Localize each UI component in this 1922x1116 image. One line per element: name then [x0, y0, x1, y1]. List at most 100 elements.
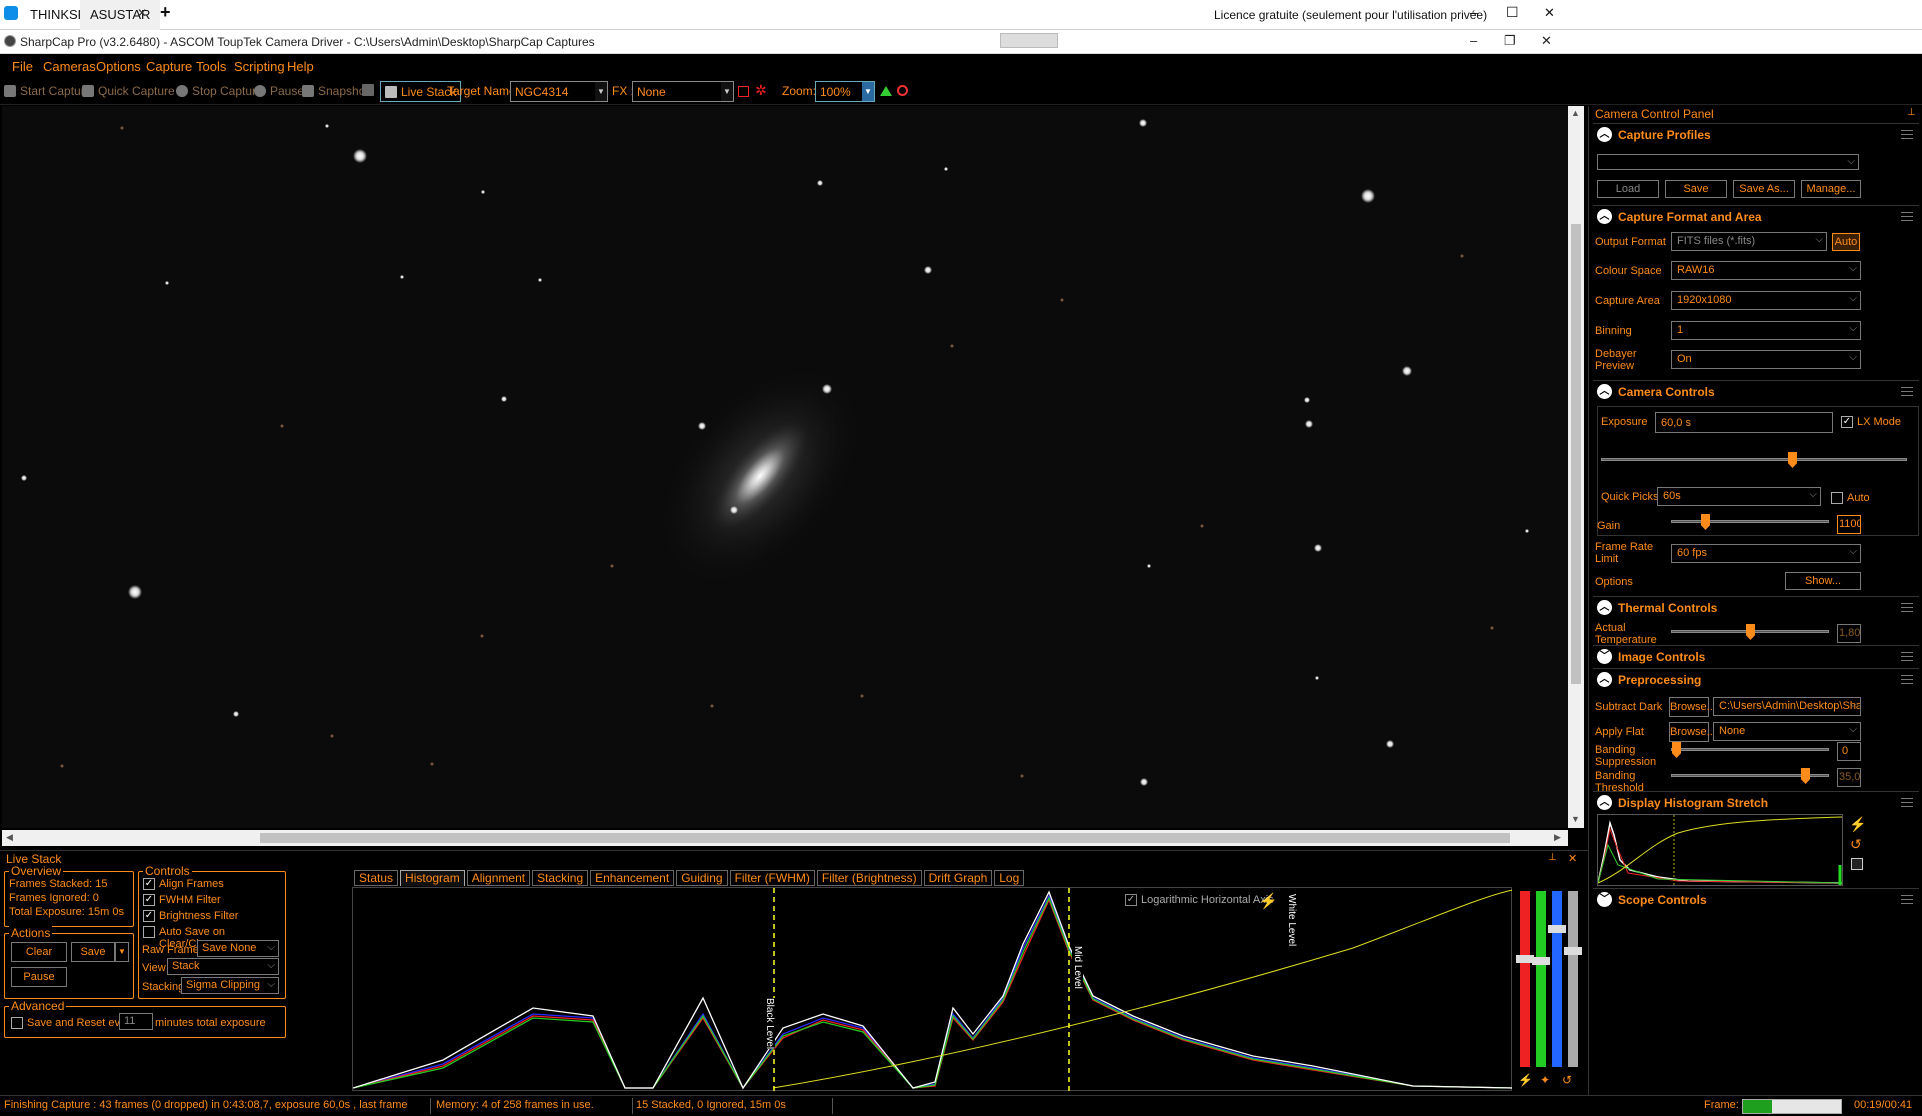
banding-threshold-slider[interactable]	[1671, 768, 1829, 784]
close-panel-icon[interactable]: ✕	[1568, 852, 1577, 865]
section-capture-profiles[interactable]: ︿ Capture Profiles	[1593, 123, 1919, 145]
focus-icon[interactable]	[897, 85, 908, 96]
menu-tools[interactable]: Tools	[196, 59, 226, 74]
binning-select[interactable]: 1 ⌵	[1671, 321, 1861, 340]
snapshot-button[interactable]: Snapshot	[302, 84, 369, 98]
fx-select[interactable]: None ▼	[632, 81, 734, 102]
pause-button[interactable]: Pause	[254, 84, 304, 98]
window-minimize-button[interactable]: –	[1470, 33, 1477, 48]
section-capture-format[interactable]: ︿ Capture Format and Area	[1593, 205, 1919, 227]
chevron-down-icon[interactable]: ▼	[862, 82, 874, 101]
section-display-histogram[interactable]: ︿ Display Histogram Stretch	[1593, 791, 1919, 813]
auto-format-button[interactable]: Auto	[1832, 233, 1860, 251]
tab-stacking[interactable]: Stacking	[532, 870, 589, 886]
browse-flat-button[interactable]: Browse...	[1669, 722, 1716, 742]
load-profile-button[interactable]: Load	[1597, 180, 1659, 198]
exposure-slider[interactable]	[1601, 452, 1907, 468]
tab-enhancement[interactable]: Enhancement	[590, 870, 675, 886]
menu-icon[interactable]	[1901, 798, 1913, 807]
menu-icon[interactable]	[1901, 603, 1913, 612]
menu-options[interactable]: Options	[96, 59, 141, 74]
channel-sliders[interactable]: ⚡ ✦ ↺	[1512, 887, 1584, 1091]
pause-stack-button[interactable]: Pause	[11, 967, 67, 987]
banding-suppression-slider[interactable]	[1671, 742, 1829, 758]
tab-histogram[interactable]: Histogram	[400, 870, 465, 886]
scroll-thumb[interactable]	[1571, 224, 1581, 684]
pin-icon[interactable]: ⊥	[1548, 852, 1557, 863]
scroll-left-icon[interactable]: ◀	[6, 832, 13, 843]
save-profile-button[interactable]: Save	[1665, 180, 1727, 198]
stack-histogram[interactable]: Black Level Mid Level ✓ Logarithmic Hori…	[352, 887, 1514, 1092]
reset-stretch-icon[interactable]: ↺	[1850, 836, 1862, 853]
brightness-filter-checkbox[interactable]: ✓	[143, 910, 155, 922]
fwhm-filter-checkbox[interactable]: ✓	[143, 894, 155, 906]
capture-area-select[interactable]: 1920x1080 ⌵	[1671, 291, 1861, 310]
grey-channel-slider[interactable]	[1568, 891, 1578, 1067]
menu-scripting[interactable]: Scripting	[234, 59, 285, 74]
quick-capture-button[interactable]: Quick Capture▼	[82, 84, 187, 98]
colour-space-select[interactable]: RAW16 ⌵	[1671, 261, 1861, 280]
menu-icon[interactable]	[1901, 130, 1913, 139]
reset-icon[interactable]: ↺	[1562, 1073, 1572, 1087]
add-tab-button[interactable]: +	[160, 2, 171, 23]
blue-channel-slider[interactable]	[1552, 891, 1562, 1067]
tab-guiding[interactable]: Guiding	[676, 870, 728, 886]
view-select[interactable]: Stack ⌵	[167, 958, 279, 975]
histogram-icon[interactable]	[880, 86, 892, 96]
menu-icon[interactable]	[1901, 675, 1913, 684]
show-options-button[interactable]: Show...	[1785, 572, 1861, 590]
frame-rate-select[interactable]: 60 fps ⌵	[1671, 544, 1861, 563]
exposure-input[interactable]: 60,0 s	[1655, 412, 1833, 433]
save-reset-checkbox[interactable]	[11, 1017, 23, 1029]
section-camera-controls[interactable]: ︿ Camera Controls	[1593, 380, 1919, 402]
align-frames-checkbox[interactable]: ✓	[143, 878, 155, 890]
tab-filter-fwhm[interactable]: Filter (FWHM)	[729, 870, 815, 886]
green-channel-slider[interactable]	[1536, 891, 1546, 1067]
output-format-select[interactable]: FITS files (*.fits) ⌵	[1671, 232, 1827, 251]
zoom-select[interactable]: 100% ▼	[815, 81, 875, 102]
raw-frames-select[interactable]: Save None ⌵	[197, 940, 279, 957]
gain-input[interactable]: 1100	[1837, 515, 1861, 534]
banding-threshold-thumb[interactable]	[1801, 768, 1810, 784]
stacking-select[interactable]: Sigma Clipping ⌵	[181, 977, 279, 994]
tv-minimize-button[interactable]: –	[1470, 4, 1478, 20]
save-options-button[interactable]: ▼	[115, 942, 129, 962]
scroll-right-icon[interactable]: ▶	[1554, 832, 1561, 843]
save-reset-minutes-input[interactable]: 11	[119, 1013, 153, 1030]
auto-save-checkbox[interactable]	[143, 926, 155, 938]
manage-profiles-button[interactable]: Manage...	[1801, 180, 1861, 198]
save-as-profile-button[interactable]: Save As...	[1733, 180, 1795, 198]
window-restore-button[interactable]: ❐	[1504, 33, 1516, 49]
banding-suppression-thumb[interactable]	[1672, 742, 1681, 758]
target-name-input[interactable]: NGC4314 ▼	[510, 81, 608, 102]
save-button[interactable]: Save	[71, 942, 115, 962]
tab-drift-graph[interactable]: Drift Graph	[923, 870, 993, 886]
banding-suppression-input[interactable]: 0	[1837, 742, 1861, 761]
chevron-down-icon[interactable]: ▼	[721, 82, 733, 101]
chevron-down-icon[interactable]: ▼	[595, 82, 607, 101]
section-image-controls[interactable]: ﹀ Image Controls	[1593, 645, 1919, 667]
horizontal-scrollbar[interactable]: ◀ ▶	[2, 830, 1568, 846]
menu-cameras[interactable]: Cameras	[43, 59, 96, 74]
display-icon[interactable]	[362, 84, 374, 96]
scroll-up-icon[interactable]: ▲	[1571, 108, 1580, 118]
lx-mode-checkbox[interactable]: ✓	[1841, 416, 1853, 428]
selection-rect-icon[interactable]	[738, 86, 749, 97]
tab-filter-brightness[interactable]: Filter (Brightness)	[816, 870, 922, 886]
browse-dark-button[interactable]: Browse...	[1669, 697, 1716, 717]
menu-icon[interactable]	[1901, 212, 1913, 221]
debayer-select[interactable]: On ⌵	[1671, 350, 1861, 369]
tv-close-button[interactable]: ✕	[1544, 5, 1555, 21]
quick-picks-auto-checkbox[interactable]	[1831, 492, 1843, 504]
start-capture-button[interactable]: Start Capture	[4, 84, 91, 98]
tab-log[interactable]: Log	[994, 870, 1025, 886]
vertical-scrollbar[interactable]: ▲ ▼	[1568, 106, 1584, 828]
star-icon[interactable]: ✦	[1540, 1073, 1550, 1087]
auto-icon[interactable]: ⚡	[1518, 1073, 1533, 1087]
clear-button[interactable]: Clear	[11, 942, 67, 962]
menu-icon[interactable]	[1901, 652, 1913, 661]
flat-select[interactable]: None ⌵	[1713, 722, 1861, 741]
gain-slider[interactable]	[1671, 514, 1829, 530]
image-viewer[interactable]	[2, 106, 1568, 828]
dark-select[interactable]: C:\Users\Admin\Desktop\Sharp...⌵	[1713, 697, 1861, 716]
